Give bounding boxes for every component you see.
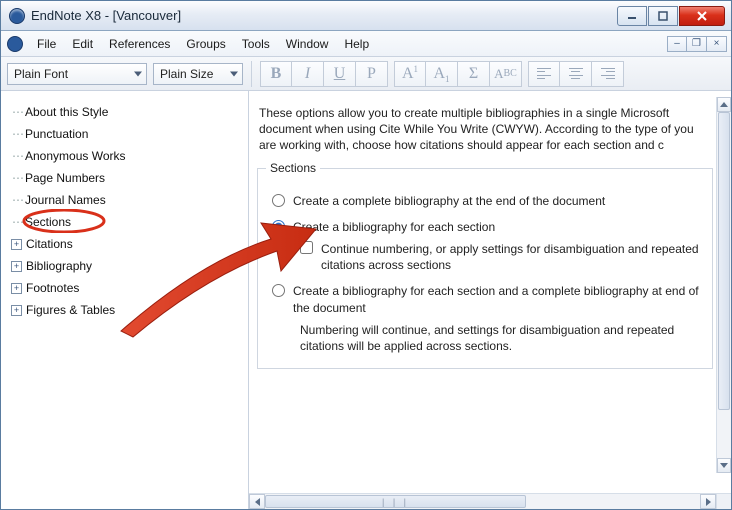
scroll-left-button[interactable] [249,494,265,509]
sections-pane: These options allow you to create multip… [249,91,731,509]
tree-item-anon[interactable]: ⋯Anonymous Works [7,145,242,167]
plain-button[interactable]: P [356,61,388,87]
tree-item-pagenum[interactable]: ⋯Page Numbers [7,167,242,189]
format-group-1: B I U P [260,61,388,87]
size-combo[interactable]: Plain Size [153,63,243,85]
radio-complete-biblio[interactable] [272,194,285,207]
mdi-minimize-button[interactable]: ‒ [667,36,687,52]
format-toolbar: Plain Font Plain Size B I U P A1 A1 Σ AB… [1,57,731,91]
doc-icon [7,36,23,52]
font-combo[interactable]: Plain Font [7,63,147,85]
tree-item-figures[interactable]: +Figures & Tables [7,299,242,321]
align-left-button[interactable] [528,61,560,87]
vertical-scrollbar[interactable] [716,97,731,473]
app-icon [9,8,25,24]
chevron-down-icon [134,71,142,76]
window-title: EndNote X8 - [Vancouver] [31,8,181,23]
expand-icon[interactable]: + [11,283,22,294]
intro-text: These options allow you to create multip… [255,105,715,164]
radio-each-plus-complete[interactable] [272,284,285,297]
subscript-button[interactable]: A1 [426,61,458,87]
tree-item-sections[interactable]: ⋯Sections [7,211,242,233]
fieldset-legend: Sections [266,161,320,175]
tree-item-punct[interactable]: ⋯Punctuation [7,123,242,145]
chevron-down-icon [230,71,238,76]
tree-item-journal[interactable]: ⋯Journal Names [7,189,242,211]
menu-edit[interactable]: Edit [64,34,101,54]
bold-button[interactable]: B [260,61,292,87]
option-complete-biblio[interactable]: Create a complete bibliography at the en… [272,193,702,209]
hscroll-thumb[interactable]: | | | [265,495,526,508]
option-each-plus-complete[interactable]: Create a bibliography for each section a… [272,283,702,315]
titlebar: EndNote X8 - [Vancouver] [1,1,731,31]
menu-groups[interactable]: Groups [178,34,233,54]
italic-button[interactable]: I [292,61,324,87]
tree-item-footnotes[interactable]: +Footnotes [7,277,242,299]
format-group-2: A1 A1 Σ ABC [394,61,522,87]
case-button[interactable]: ABC [490,61,522,87]
option3-note: Numbering will continue, and settings fo… [300,322,702,354]
tree-item-about[interactable]: ⋯About this Style [7,101,242,123]
menu-window[interactable]: Window [278,34,337,54]
vscroll-thumb[interactable] [718,112,730,410]
menubar: File Edit References Groups Tools Window… [1,31,731,57]
tree-item-biblio[interactable]: +Bibliography [7,255,242,277]
underline-button[interactable]: U [324,61,356,87]
expand-icon[interactable]: + [11,239,22,250]
scroll-right-button[interactable] [700,494,716,509]
size-combo-value: Plain Size [160,67,213,81]
window-minimize-button[interactable] [617,6,647,26]
radio-each-section[interactable] [272,220,285,233]
toolbar-divider [251,61,252,87]
sections-fieldset: Sections Create a complete bibliography … [257,168,713,370]
menu-references[interactable]: References [101,34,178,54]
symbol-button[interactable]: Σ [458,61,490,87]
app-window: EndNote X8 - [Vancouver] File Edit Refer… [0,0,732,510]
mdi-close-button[interactable]: × [707,36,727,52]
vscroll-track[interactable] [717,112,731,458]
window-maximize-button[interactable] [648,6,678,26]
option-each-section[interactable]: Create a bibliography for each section [272,219,702,235]
window-close-button[interactable] [679,6,725,26]
style-tree[interactable]: ⋯About this Style ⋯Punctuation ⋯Anonymou… [1,91,249,509]
scroll-corner [716,493,731,509]
menu-help[interactable]: Help [336,34,377,54]
align-group [528,61,624,87]
hscroll-track[interactable]: | | | [265,494,700,509]
scroll-up-button[interactable] [717,97,731,112]
align-right-button[interactable] [592,61,624,87]
menu-file[interactable]: File [29,34,64,54]
checkbox-continue-numbering[interactable] [300,241,313,254]
mdi-restore-button[interactable]: ❐ [687,36,707,52]
superscript-button[interactable]: A1 [394,61,426,87]
expand-icon[interactable]: + [11,305,22,316]
tree-item-citations[interactable]: +Citations [7,233,242,255]
align-center-button[interactable] [560,61,592,87]
expand-icon[interactable]: + [11,261,22,272]
horizontal-scrollbar[interactable]: | | | [249,493,716,509]
scroll-down-button[interactable] [717,458,731,473]
font-combo-value: Plain Font [14,67,68,81]
menu-tools[interactable]: Tools [234,34,278,54]
option-continue-numbering[interactable]: Continue numbering, or apply settings fo… [300,241,702,273]
